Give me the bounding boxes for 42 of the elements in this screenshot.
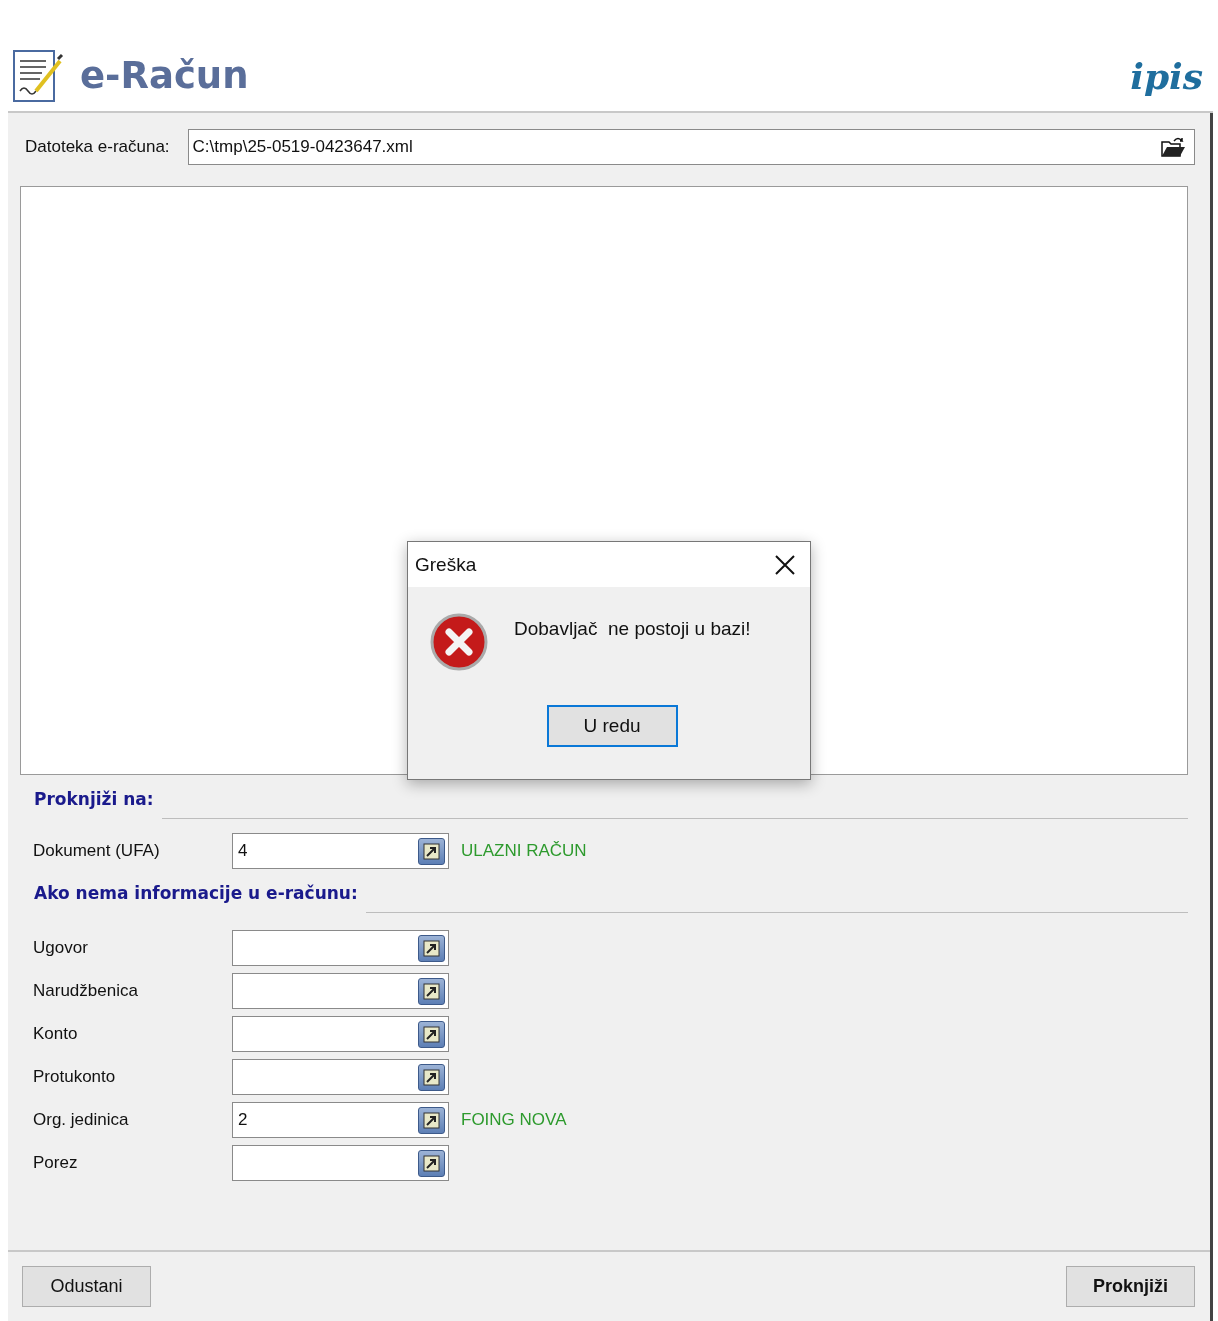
- field-description: FOING NOVA: [461, 1110, 568, 1130]
- lookup-button[interactable]: [418, 1106, 445, 1134]
- cancel-button[interactable]: Odustani: [22, 1266, 151, 1307]
- field-label: Konto: [33, 1024, 79, 1044]
- error-message: Dobavljač ne postoji u bazi!: [514, 618, 751, 640]
- input-field[interactable]: [232, 973, 449, 1009]
- lookup-button[interactable]: [418, 1020, 445, 1048]
- section-title: Proknjiži na:: [34, 789, 154, 809]
- field-label: Porez: [33, 1153, 79, 1173]
- close-icon: [774, 553, 796, 576]
- lookup-button[interactable]: [418, 1063, 445, 1091]
- lookup-button[interactable]: [418, 934, 445, 962]
- error-icon: [430, 613, 488, 671]
- document-signature-icon: [12, 47, 64, 103]
- input-field[interactable]: 4: [232, 833, 449, 869]
- folder-open-icon[interactable]: [1160, 136, 1186, 158]
- lookup-button[interactable]: [418, 837, 445, 865]
- input-field[interactable]: [232, 1145, 449, 1181]
- lookup-button[interactable]: [418, 977, 445, 1005]
- post-button[interactable]: Proknjiži: [1066, 1266, 1195, 1307]
- section-title: Ako nema informacije u e-računu:: [34, 883, 358, 903]
- file-path-field[interactable]: C:\tmp\25-0519-0423647.xml: [187, 129, 1195, 165]
- field-label: Narudžbenica: [33, 981, 139, 1001]
- field-label: Datoteka e-računa:: [25, 137, 170, 157]
- field-label: Dokument (UFA): [33, 841, 161, 861]
- close-button[interactable]: [774, 553, 796, 576]
- logo: ipis: [1130, 55, 1203, 97]
- field-value: 2: [238, 1110, 248, 1130]
- field-value: C:\tmp\25-0519-0423647.xml: [192, 137, 413, 157]
- input-field[interactable]: [232, 1059, 449, 1095]
- app-title: e-Račun: [80, 53, 249, 97]
- lookup-button[interactable]: [418, 1149, 445, 1177]
- input-field[interactable]: [232, 1016, 449, 1052]
- dialog-title: Greška: [415, 553, 477, 576]
- field-label: Protukonto: [33, 1067, 117, 1087]
- ok-button[interactable]: U redu: [546, 705, 678, 747]
- field-label: Ugovor: [33, 938, 89, 958]
- input-field[interactable]: 2: [232, 1102, 449, 1138]
- field-description: ULAZNI RAČUN: [461, 841, 588, 861]
- field-value: 4: [238, 841, 248, 861]
- field-label: Org. jedinica: [33, 1110, 130, 1130]
- input-field[interactable]: [232, 930, 449, 966]
